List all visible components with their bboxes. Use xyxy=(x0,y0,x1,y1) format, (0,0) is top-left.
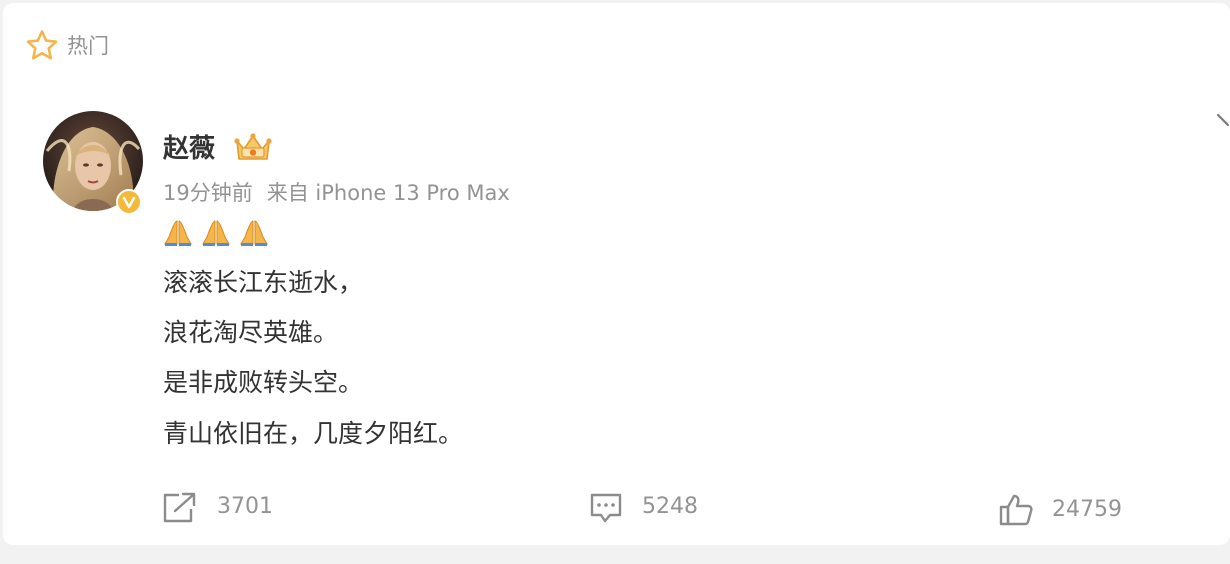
pray-emoji xyxy=(239,217,269,247)
comment-icon xyxy=(588,489,624,525)
repost-count: 3701 xyxy=(217,494,273,519)
pray-emoji xyxy=(201,217,231,247)
repost-icon xyxy=(161,489,199,525)
star-icon xyxy=(25,29,59,61)
verified-v-icon xyxy=(116,189,142,215)
post-card: 热门 赵薇 19分钟前 来自 iPhone 13 Pro Max 滚滚长江东逝水… xyxy=(3,3,1230,545)
post-text-line: 是非成败转头空。 xyxy=(163,368,364,397)
hot-label: 热门 xyxy=(67,34,109,58)
post-text-line: 青山依旧在，几度夕阳红。 xyxy=(163,419,464,448)
hot-tag: 热门 xyxy=(25,29,109,61)
thumbs-up-icon xyxy=(998,492,1034,528)
emoji-row xyxy=(163,217,269,247)
post-source: 来自 iPhone 13 Pro Max xyxy=(266,181,510,205)
vip-crown-icon[interactable] xyxy=(233,131,273,165)
post-meta: 19分钟前 来自 iPhone 13 Pro Max xyxy=(163,179,510,207)
like-button[interactable]: 24759 xyxy=(998,492,1122,528)
chevron-down-icon[interactable] xyxy=(1216,111,1230,131)
repost-button[interactable]: 3701 xyxy=(161,489,273,525)
comment-button[interactable]: 5248 xyxy=(588,489,698,525)
post-time[interactable]: 19分钟前 xyxy=(163,181,253,205)
like-count: 24759 xyxy=(1052,497,1122,522)
author-name[interactable]: 赵薇 xyxy=(163,131,215,167)
post-text-line: 浪花淘尽英雄。 xyxy=(163,318,339,347)
comment-count: 5248 xyxy=(642,494,698,519)
post-text-line: 滚滚长江东逝水， xyxy=(163,268,364,297)
pray-emoji xyxy=(163,217,193,247)
